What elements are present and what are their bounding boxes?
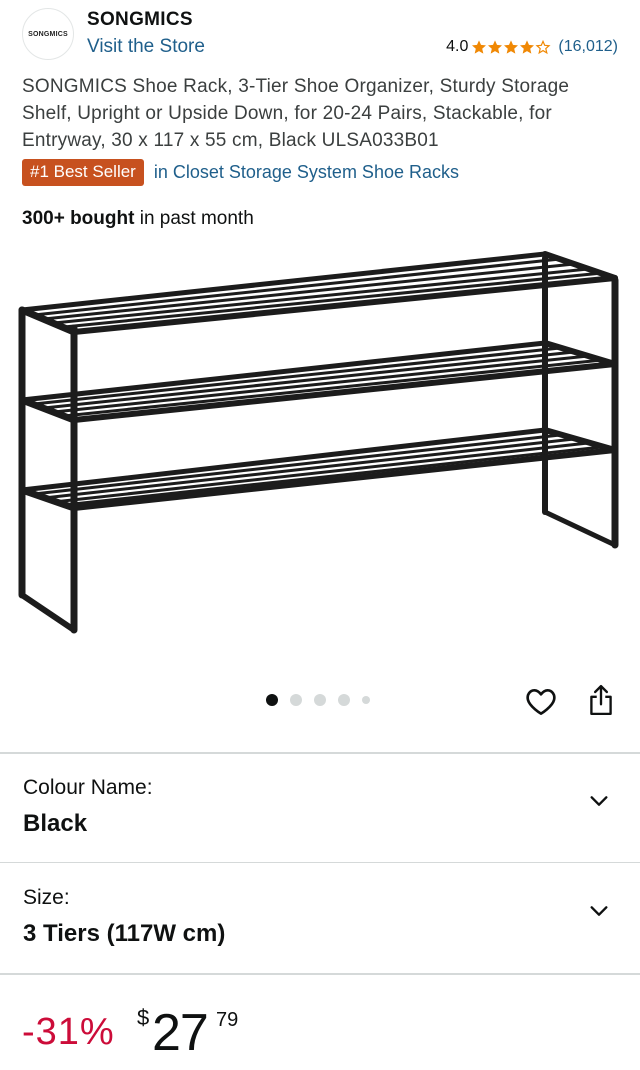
- wishlist-button[interactable]: [524, 684, 558, 718]
- chevron-down-icon: [590, 906, 608, 916]
- product-image[interactable]: [0, 240, 640, 660]
- price-fraction: 79: [216, 1009, 239, 1031]
- colour-value: Black: [23, 810, 88, 837]
- size-value: 3 Tiers (117W cm): [23, 920, 226, 947]
- bought-suffix: in past month: [134, 208, 254, 229]
- carousel-dot[interactable]: [362, 696, 370, 704]
- price-whole: 27: [152, 1004, 209, 1062]
- bought-in-past-month: 300+ bought in past month: [22, 208, 254, 230]
- star-full-icon: [504, 40, 519, 54]
- bestseller-row: #1 Best Seller in Closet Storage System …: [22, 159, 459, 186]
- section-divider: [0, 973, 640, 975]
- visit-store-link[interactable]: Visit the Store: [87, 36, 205, 58]
- star-empty-icon: [535, 39, 551, 55]
- carousel-dot[interactable]: [290, 694, 302, 706]
- carousel-dot[interactable]: [314, 694, 326, 706]
- section-divider: [0, 862, 640, 863]
- size-label: Size:: [23, 886, 70, 909]
- carousel-dot[interactable]: [266, 694, 278, 706]
- share-button[interactable]: [584, 682, 618, 718]
- colour-label: Colour Name:: [23, 776, 153, 799]
- rating-stars: [471, 39, 551, 55]
- star-full-icon: [520, 40, 535, 54]
- rating-value: 4.0: [446, 38, 469, 55]
- star-full-icon: [488, 40, 503, 54]
- heart-icon: [526, 689, 556, 716]
- brand-name: SONGMICS: [87, 9, 193, 30]
- star-full-icon: [472, 40, 487, 54]
- product-title: SONGMICS Shoe Rack, 3-Tier Shoe Organize…: [22, 76, 570, 151]
- colour-selector[interactable]: Colour Name: Black: [0, 754, 640, 862]
- chevron-down-icon: [590, 796, 608, 806]
- image-carousel-dots[interactable]: [266, 694, 370, 706]
- brand-logo-text: SONGMICS: [28, 30, 68, 38]
- price-currency: $: [137, 1005, 150, 1030]
- bestseller-badge[interactable]: #1 Best Seller: [22, 159, 144, 186]
- size-selector[interactable]: Size: 3 Tiers (117W cm): [0, 864, 640, 972]
- discount-percentage: -31%: [22, 1011, 115, 1053]
- brand-logo[interactable]: SONGMICS: [22, 8, 74, 60]
- carousel-dot[interactable]: [338, 694, 350, 706]
- share-icon: [590, 684, 612, 716]
- bestseller-category-link[interactable]: in Closet Storage System Shoe Racks: [154, 162, 459, 183]
- rating-summary[interactable]: 4.0 (16,012): [446, 38, 618, 56]
- bought-count: 300+ bought: [22, 208, 135, 229]
- rating-count: (16,012): [558, 38, 618, 55]
- store-header: SONGMICS SONGMICS Visit the Store 4.0 (1…: [0, 0, 640, 66]
